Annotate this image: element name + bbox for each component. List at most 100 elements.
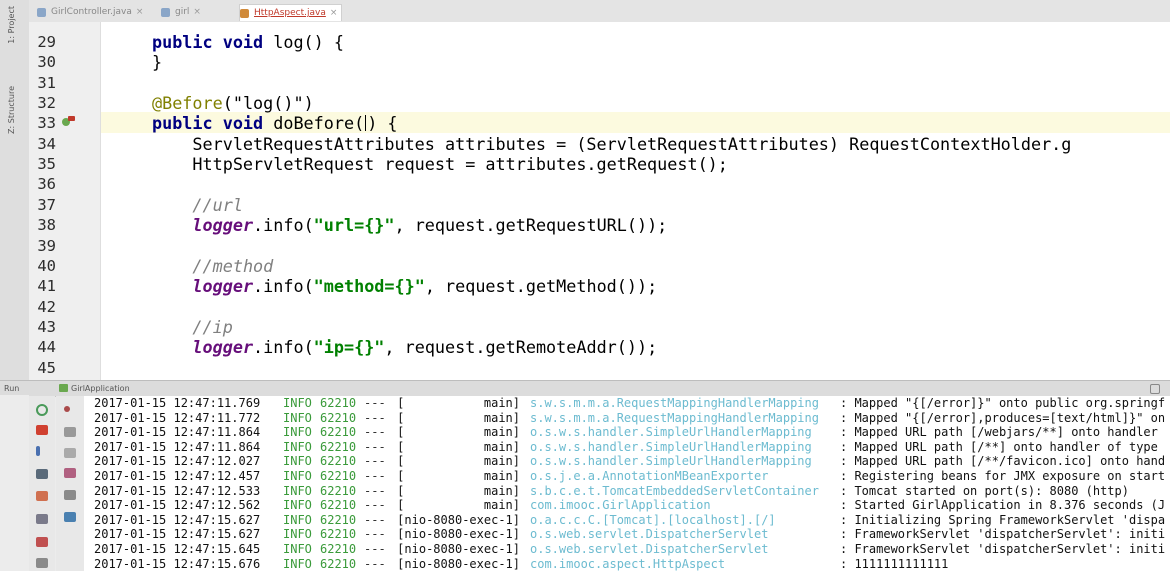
log-date: 2017-01-15 12:47:12.562 <box>94 498 261 513</box>
line-number: 34 <box>37 134 56 153</box>
code-line: logger.info("ip={}", request.getRemoteAd… <box>192 337 658 357</box>
line-number: 45 <box>37 358 56 377</box>
log-row: 2017-01-15 12:47:12.027 INFO 62210 --- [ mai… <box>94 454 1170 469</box>
line-number: 36 <box>37 175 56 194</box>
left-tool-strip: 1: Project Z: Structure <box>0 0 30 380</box>
down-arrow-icon[interactable] <box>64 427 76 437</box>
rerun-icon[interactable] <box>36 404 48 416</box>
log-pid: 62210 <box>320 498 357 513</box>
log-logger[interactable]: s.w.s.m.m.a.RequestMappingHandlerMapping <box>530 411 830 426</box>
spring-boot-icon <box>59 384 68 392</box>
log-thread: [ main] <box>397 483 520 498</box>
close-icon[interactable]: × <box>330 8 338 18</box>
tab-girl-controller[interactable]: GirlController.java × <box>37 4 143 20</box>
clear-all-icon[interactable] <box>64 512 76 522</box>
log-message: : FrameworkServlet 'dispatcherServlet': … <box>840 527 1166 542</box>
code-editor[interactable] <box>101 22 1170 380</box>
line-number: 40 <box>37 256 56 275</box>
run-tool-label[interactable]: Run <box>0 380 29 395</box>
log-thread: [ main] <box>397 469 520 483</box>
log-row: 2017-01-15 12:47:15.645 INFO 62210 --- [nio-… <box>94 542 1170 557</box>
run-config-name[interactable]: GirlApplication <box>71 381 130 396</box>
code-line: public void log() { <box>152 32 344 52</box>
log-thread: [ main] <box>397 498 520 513</box>
log-thread: [nio-8080-exec-1] <box>397 512 520 527</box>
java-class-icon <box>240 9 249 18</box>
editor-tab-bar: GirlController.java × girl × HttpAspect.ja… <box>29 0 1170 23</box>
aspect-advice-icon[interactable] <box>61 115 76 128</box>
log-separator: --- <box>364 527 386 542</box>
log-row: 2017-01-15 12:47:12.457 INFO 62210 --- [ mai… <box>94 469 1170 484</box>
log-logger[interactable]: o.s.w.s.handler.SimpleUrlHandlerMapping <box>530 454 830 469</box>
log-message: : Registering beans for JMX exposure on … <box>840 469 1166 483</box>
log-logger[interactable]: o.s.web.servlet.DispatcherServlet <box>530 542 830 557</box>
log-pid: 62210 <box>320 483 357 498</box>
log-pid: 62210 <box>320 410 357 425</box>
log-pid: 62210 <box>320 454 357 469</box>
log-row: 2017-01-15 12:47:12.533 INFO 62210 --- [ mai… <box>94 484 1170 499</box>
log-level: INFO <box>283 396 312 410</box>
log-logger[interactable]: o.s.w.s.handler.SimpleUrlHandlerMapping <box>530 440 830 455</box>
log-row: 2017-01-15 12:47:11.769 INFO 62210 --- [ mai… <box>94 396 1170 411</box>
up-arrow-icon[interactable] <box>64 406 70 412</box>
log-message: : FrameworkServlet 'dispatcherServlet': … <box>840 542 1166 556</box>
log-date: 2017-01-15 12:47:15.676 <box>94 556 261 571</box>
pin-icon[interactable] <box>36 537 48 547</box>
code-line: @Before("log()") <box>152 93 314 113</box>
code-line: HttpServletRequest request = attributes.… <box>152 154 728 174</box>
log-pid: 62210 <box>320 469 357 483</box>
log-date: 2017-01-15 12:47:15.627 <box>94 527 261 542</box>
project-tool-tab[interactable]: 1: Project <box>7 6 16 44</box>
log-row: 2017-01-15 12:47:11.864 INFO 62210 --- [ mai… <box>94 440 1170 455</box>
log-pid: 62210 <box>320 396 357 410</box>
log-separator: --- <box>364 469 386 483</box>
scroll-to-end-icon[interactable] <box>64 468 76 478</box>
line-number: 30 <box>37 53 56 72</box>
log-row: 2017-01-15 12:47:15.627 INFO 62210 --- [nio-… <box>94 513 1170 528</box>
structure-tool-tab[interactable]: Z: Structure <box>7 86 16 134</box>
log-pid: 62210 <box>320 542 357 556</box>
close-icon[interactable]: × <box>136 7 144 17</box>
log-message: : Tomcat started on port(s): 8080 (http) <box>840 483 1129 498</box>
log-date: 2017-01-15 12:47:12.457 <box>94 469 261 483</box>
log-pid: 62210 <box>320 425 357 440</box>
log-level: INFO <box>283 454 312 469</box>
log-level: INFO <box>283 439 312 454</box>
print-icon[interactable] <box>64 490 76 500</box>
code-line: //method <box>192 256 274 276</box>
dump-threads-icon[interactable] <box>36 469 48 479</box>
log-level: INFO <box>283 469 312 483</box>
log-message: : Initializing Spring FrameworkServlet '… <box>840 512 1166 527</box>
log-separator: --- <box>364 439 386 454</box>
log-logger[interactable]: o.s.j.e.a.AnnotationMBeanExporter <box>530 469 830 484</box>
log-separator: --- <box>364 483 386 498</box>
settings-icon[interactable] <box>1150 384 1160 394</box>
log-logger[interactable]: o.s.w.s.handler.SimpleUrlHandlerMapping <box>530 425 830 440</box>
log-message: : 1111111111111 <box>840 556 949 571</box>
log-logger[interactable]: o.a.c.c.C.[Tomcat].[localhost].[/] <box>530 513 830 528</box>
line-number: 37 <box>37 195 56 214</box>
log-date: 2017-01-15 12:47:11.864 <box>94 439 261 454</box>
line-number: 44 <box>37 338 56 357</box>
soft-wrap-icon[interactable] <box>64 448 76 458</box>
log-row: 2017-01-15 12:47:15.627 INFO 62210 --- [nio-… <box>94 527 1170 542</box>
layout-icon[interactable] <box>36 514 48 524</box>
log-logger[interactable]: s.w.s.m.m.a.RequestMappingHandlerMapping <box>530 396 830 411</box>
log-level: INFO <box>283 512 312 527</box>
log-message: : Mapped "{[/error],produces=[text/html]… <box>840 410 1166 425</box>
pause-icon[interactable] <box>36 446 40 456</box>
exit-icon[interactable] <box>36 491 48 501</box>
close-icon[interactable]: × <box>193 7 201 17</box>
log-logger[interactable]: com.imooc.GirlApplication <box>530 498 830 513</box>
tab-girl[interactable]: girl × <box>161 4 201 20</box>
log-logger[interactable]: s.b.c.e.t.TomcatEmbeddedServletContainer <box>530 484 830 499</box>
stop-icon[interactable] <box>36 425 48 435</box>
log-row: 2017-01-15 12:47:11.864 INFO 62210 --- [ mai… <box>94 425 1170 440</box>
line-number: 39 <box>37 236 56 255</box>
close-icon[interactable] <box>36 558 48 568</box>
tab-http-aspect[interactable]: HttpAspect.java × <box>239 4 343 21</box>
code-line: //url <box>192 195 243 215</box>
log-logger[interactable]: com.imooc.aspect.HttpAspect <box>530 557 830 571</box>
log-level: INFO <box>283 483 312 498</box>
log-logger[interactable]: o.s.web.servlet.DispatcherServlet <box>530 527 830 542</box>
